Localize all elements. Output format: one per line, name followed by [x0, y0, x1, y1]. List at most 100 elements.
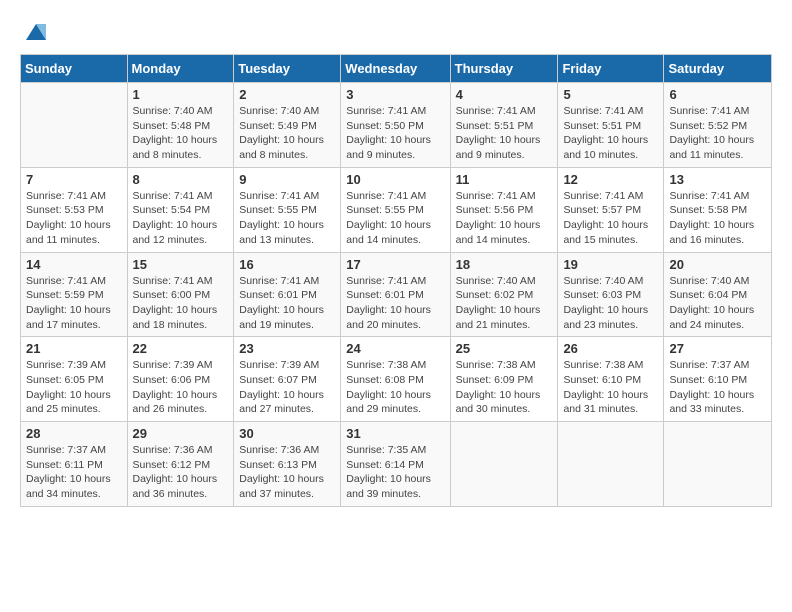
- day-detail: Sunrise: 7:41 AM Sunset: 6:01 PM Dayligh…: [346, 274, 444, 333]
- calendar-body: 1 Sunrise: 7:40 AM Sunset: 5:48 PM Daylig…: [21, 83, 772, 507]
- day-detail: Sunrise: 7:41 AM Sunset: 5:51 PM Dayligh…: [456, 104, 553, 163]
- day-number: 1: [133, 87, 229, 102]
- day-number: 26: [563, 341, 658, 356]
- calendar-cell: 4 Sunrise: 7:41 AM Sunset: 5:51 PM Daylig…: [450, 83, 558, 168]
- calendar-week-3: 14 Sunrise: 7:41 AM Sunset: 5:59 PM Dayli…: [21, 252, 772, 337]
- day-number: 7: [26, 172, 122, 187]
- day-detail: Sunrise: 7:39 AM Sunset: 6:05 PM Dayligh…: [26, 358, 122, 417]
- day-detail: Sunrise: 7:37 AM Sunset: 6:11 PM Dayligh…: [26, 443, 122, 502]
- day-number: 24: [346, 341, 444, 356]
- calendar-cell: 27Sunrise: 7:37 AM Sunset: 6:10 PM Dayli…: [664, 337, 772, 422]
- calendar-cell: 7 Sunrise: 7:41 AM Sunset: 5:53 PM Daylig…: [21, 167, 128, 252]
- day-number: 25: [456, 341, 553, 356]
- day-number: 21: [26, 341, 122, 356]
- logo: [20, 20, 46, 44]
- calendar-cell: 21 Sunrise: 7:39 AM Sunset: 6:05 PM Dayli…: [21, 337, 128, 422]
- day-detail: Sunrise: 7:41 AM Sunset: 5:52 PM Dayligh…: [669, 104, 766, 163]
- day-number: 30: [239, 426, 335, 441]
- calendar-cell: 5 Sunrise: 7:41 AM Sunset: 5:51 PM Daylig…: [558, 83, 664, 168]
- day-header-monday: Monday: [127, 55, 234, 83]
- calendar-cell: 17 Sunrise: 7:41 AM Sunset: 6:01 PM Dayli…: [341, 252, 450, 337]
- day-number: 14: [26, 257, 122, 272]
- calendar-cell: 16Sunrise: 7:41 AM Sunset: 6:01 PM Dayli…: [234, 252, 341, 337]
- day-number: 9: [239, 172, 335, 187]
- calendar-table: SundayMondayTuesdayWednesdayThursdayFrid…: [20, 54, 772, 507]
- calendar-cell: 11Sunrise: 7:41 AM Sunset: 5:56 PM Dayli…: [450, 167, 558, 252]
- calendar-cell: 13 Sunrise: 7:41 AM Sunset: 5:58 PM Dayli…: [664, 167, 772, 252]
- day-number: 31: [346, 426, 444, 441]
- day-detail: Sunrise: 7:41 AM Sunset: 5:55 PM Dayligh…: [239, 189, 335, 248]
- logo-icon: [22, 20, 46, 44]
- calendar-cell: 20Sunrise: 7:40 AM Sunset: 6:04 PM Dayli…: [664, 252, 772, 337]
- day-detail: Sunrise: 7:41 AM Sunset: 5:53 PM Dayligh…: [26, 189, 122, 248]
- day-number: 12: [563, 172, 658, 187]
- day-number: 23: [239, 341, 335, 356]
- day-header-saturday: Saturday: [664, 55, 772, 83]
- day-number: 17: [346, 257, 444, 272]
- calendar-cell: 2 Sunrise: 7:40 AM Sunset: 5:49 PM Daylig…: [234, 83, 341, 168]
- day-detail: Sunrise: 7:41 AM Sunset: 5:57 PM Dayligh…: [563, 189, 658, 248]
- day-detail: Sunrise: 7:41 AM Sunset: 5:59 PM Dayligh…: [26, 274, 122, 333]
- day-number: 27: [669, 341, 766, 356]
- day-detail: Sunrise: 7:39 AM Sunset: 6:06 PM Dayligh…: [133, 358, 229, 417]
- day-detail: Sunrise: 7:41 AM Sunset: 5:54 PM Dayligh…: [133, 189, 229, 248]
- day-number: 2: [239, 87, 335, 102]
- day-detail: Sunrise: 7:41 AM Sunset: 6:00 PM Dayligh…: [133, 274, 229, 333]
- day-detail: Sunrise: 7:40 AM Sunset: 6:02 PM Dayligh…: [456, 274, 553, 333]
- day-detail: Sunrise: 7:38 AM Sunset: 6:10 PM Dayligh…: [563, 358, 658, 417]
- calendar-cell: [664, 422, 772, 507]
- calendar-cell: [558, 422, 664, 507]
- day-number: 13: [669, 172, 766, 187]
- calendar-cell: 14 Sunrise: 7:41 AM Sunset: 5:59 PM Dayli…: [21, 252, 128, 337]
- day-number: 4: [456, 87, 553, 102]
- day-detail: Sunrise: 7:40 AM Sunset: 5:49 PM Dayligh…: [239, 104, 335, 163]
- calendar-week-1: 1 Sunrise: 7:40 AM Sunset: 5:48 PM Daylig…: [21, 83, 772, 168]
- day-detail: Sunrise: 7:41 AM Sunset: 5:55 PM Dayligh…: [346, 189, 444, 248]
- day-detail: Sunrise: 7:38 AM Sunset: 6:08 PM Dayligh…: [346, 358, 444, 417]
- calendar-cell: 18 Sunrise: 7:40 AM Sunset: 6:02 PM Dayli…: [450, 252, 558, 337]
- day-detail: Sunrise: 7:41 AM Sunset: 6:01 PM Dayligh…: [239, 274, 335, 333]
- calendar-cell: 24 Sunrise: 7:38 AM Sunset: 6:08 PM Dayli…: [341, 337, 450, 422]
- calendar-cell: 15 Sunrise: 7:41 AM Sunset: 6:00 PM Dayli…: [127, 252, 234, 337]
- calendar-cell: 3Sunrise: 7:41 AM Sunset: 5:50 PM Daylig…: [341, 83, 450, 168]
- day-detail: Sunrise: 7:41 AM Sunset: 5:56 PM Dayligh…: [456, 189, 553, 248]
- day-number: 22: [133, 341, 229, 356]
- calendar-cell: 1 Sunrise: 7:40 AM Sunset: 5:48 PM Daylig…: [127, 83, 234, 168]
- day-detail: Sunrise: 7:38 AM Sunset: 6:09 PM Dayligh…: [456, 358, 553, 417]
- calendar-cell: 8Sunrise: 7:41 AM Sunset: 5:54 PM Daylig…: [127, 167, 234, 252]
- calendar-cell: [450, 422, 558, 507]
- day-detail: Sunrise: 7:35 AM Sunset: 6:14 PM Dayligh…: [346, 443, 444, 502]
- day-detail: Sunrise: 7:40 AM Sunset: 5:48 PM Dayligh…: [133, 104, 229, 163]
- calendar-header: SundayMondayTuesdayWednesdayThursdayFrid…: [21, 55, 772, 83]
- day-detail: Sunrise: 7:40 AM Sunset: 6:03 PM Dayligh…: [563, 274, 658, 333]
- day-number: 15: [133, 257, 229, 272]
- calendar-cell: 19 Sunrise: 7:40 AM Sunset: 6:03 PM Dayli…: [558, 252, 664, 337]
- calendar-cell: 10 Sunrise: 7:41 AM Sunset: 5:55 PM Dayli…: [341, 167, 450, 252]
- day-number: 18: [456, 257, 553, 272]
- day-number: 20: [669, 257, 766, 272]
- calendar-week-2: 7 Sunrise: 7:41 AM Sunset: 5:53 PM Daylig…: [21, 167, 772, 252]
- day-detail: Sunrise: 7:39 AM Sunset: 6:07 PM Dayligh…: [239, 358, 335, 417]
- day-number: 19: [563, 257, 658, 272]
- day-detail: Sunrise: 7:41 AM Sunset: 5:58 PM Dayligh…: [669, 189, 766, 248]
- calendar-cell: 22 Sunrise: 7:39 AM Sunset: 6:06 PM Dayli…: [127, 337, 234, 422]
- calendar-cell: 6 Sunrise: 7:41 AM Sunset: 5:52 PM Daylig…: [664, 83, 772, 168]
- day-number: 29: [133, 426, 229, 441]
- day-header-sunday: Sunday: [21, 55, 128, 83]
- day-number: 5: [563, 87, 658, 102]
- calendar-cell: 9 Sunrise: 7:41 AM Sunset: 5:55 PM Daylig…: [234, 167, 341, 252]
- calendar-cell: 30Sunrise: 7:36 AM Sunset: 6:13 PM Dayli…: [234, 422, 341, 507]
- day-number: 28: [26, 426, 122, 441]
- calendar-cell: 31 Sunrise: 7:35 AM Sunset: 6:14 PM Dayli…: [341, 422, 450, 507]
- day-number: 6: [669, 87, 766, 102]
- calendar-cell: 29 Sunrise: 7:36 AM Sunset: 6:12 PM Dayli…: [127, 422, 234, 507]
- day-number: 10: [346, 172, 444, 187]
- day-detail: Sunrise: 7:36 AM Sunset: 6:12 PM Dayligh…: [133, 443, 229, 502]
- day-header-thursday: Thursday: [450, 55, 558, 83]
- calendar-week-4: 21 Sunrise: 7:39 AM Sunset: 6:05 PM Dayli…: [21, 337, 772, 422]
- day-header-friday: Friday: [558, 55, 664, 83]
- day-detail: Sunrise: 7:41 AM Sunset: 5:51 PM Dayligh…: [563, 104, 658, 163]
- page-header: [20, 20, 772, 44]
- day-detail: Sunrise: 7:41 AM Sunset: 5:50 PM Dayligh…: [346, 104, 444, 163]
- calendar-cell: [21, 83, 128, 168]
